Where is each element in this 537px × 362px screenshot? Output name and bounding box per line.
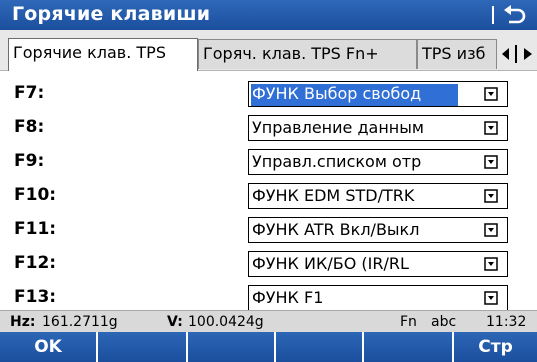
hotkey-function-value: ФУНК ATR Вкл/Выкл (252, 220, 420, 239)
hotkey-function-value: ФУНК EDM STD/TRK (252, 186, 415, 205)
hotkey-function-value: ФУНК Выбор свобод (251, 84, 458, 106)
hotkey-function-select[interactable]: ФУНК ИК/БО (IR/RL (248, 251, 508, 277)
hotkey-function-value: ФУНК ИК/БО (IR/RL (252, 254, 409, 273)
dropdown-icon[interactable] (484, 121, 498, 135)
tab-bar: Горячие клав. TPS Горяч. клав. TPS Fn+ T… (0, 30, 537, 71)
hotkey-row-f10: F10: ФУНК EDM STD/TRK (0, 183, 537, 209)
hz-label: Hz: (10, 314, 36, 330)
fn-indicator: Fn (400, 314, 417, 330)
hotkey-function-value: Управление данным (252, 118, 424, 137)
hotkey-function-select[interactable]: ФУНК EDM STD/TRK (248, 183, 508, 209)
softkey-5[interactable] (364, 332, 454, 362)
hotkey-label: F7: (14, 83, 45, 103)
dropdown-icon[interactable] (484, 87, 498, 101)
hotkey-label: F11: (14, 219, 57, 239)
back-icon[interactable] (502, 3, 528, 27)
dropdown-icon[interactable] (484, 155, 498, 169)
softkey-3[interactable] (188, 332, 276, 362)
v-label: V: (167, 314, 183, 330)
hotkey-function-select[interactable]: ФУНК F1 (248, 285, 508, 311)
screen-title: Горячие клавиши (12, 3, 211, 25)
hotkey-function-select[interactable]: Управл.списком отр (248, 149, 508, 175)
title-bar: Горячие клавиши (0, 0, 537, 30)
dropdown-icon[interactable] (484, 189, 498, 203)
hotkey-row-f13: F13: ФУНК F1 (0, 285, 537, 311)
softkey-2[interactable] (98, 332, 188, 362)
hotkey-function-value: ФУНК F1 (252, 288, 324, 307)
clock: 11:32 (486, 314, 527, 330)
hotkey-label: F12: (14, 253, 57, 273)
hotkey-label: F10: (14, 185, 57, 205)
hz-value: 161.2711g (42, 314, 118, 330)
hotkey-row-f7: F7: ФУНК Выбор свобод (0, 81, 537, 107)
hotkey-function-select[interactable]: ФУНК ATR Вкл/Выкл (248, 217, 508, 243)
input-mode-indicator: abc (431, 314, 457, 330)
hotkey-label: F13: (14, 287, 57, 307)
title-separator (492, 6, 494, 24)
softkey-bar: OK Стр (0, 332, 537, 362)
hotkey-function-select[interactable]: Управление данным (248, 115, 508, 141)
tab-hotkeys-tps-fn[interactable]: Горяч. клав. TPS Fn+ (198, 39, 417, 69)
dropdown-icon[interactable] (484, 257, 498, 271)
page-button[interactable]: Стр (454, 332, 537, 362)
tab-hotkeys-tps[interactable]: Горячие клав. TPS (8, 38, 198, 71)
hotkey-function-select[interactable]: ФУНК Выбор свобод (248, 81, 508, 107)
hotkey-row-f11: F11: ФУНК ATR Вкл/Выкл (0, 217, 537, 243)
status-bar: Hz: 161.2711g V: 100.0424g Fn abc 11:32 (0, 310, 537, 332)
dropdown-icon[interactable] (484, 291, 498, 305)
hotkey-label: F9: (14, 151, 45, 171)
v-value: 100.0424g (188, 314, 264, 330)
hotkey-row-f8: F8: Управление данным (0, 115, 537, 141)
hotkey-row-f9: F9: Управл.списком отр (0, 149, 537, 175)
softkey-4[interactable] (276, 332, 364, 362)
hotkey-row-f12: F12: ФУНК ИК/БО (IR/RL (0, 251, 537, 277)
ok-button[interactable]: OK (0, 332, 98, 362)
tab-scroll-arrows-icon[interactable] (499, 42, 535, 66)
hotkey-label: F8: (14, 117, 45, 137)
hotkey-function-value: Управл.списком отр (252, 152, 422, 171)
dropdown-icon[interactable] (484, 223, 498, 237)
tab-tps-favorites[interactable]: TPS изб (417, 39, 497, 69)
